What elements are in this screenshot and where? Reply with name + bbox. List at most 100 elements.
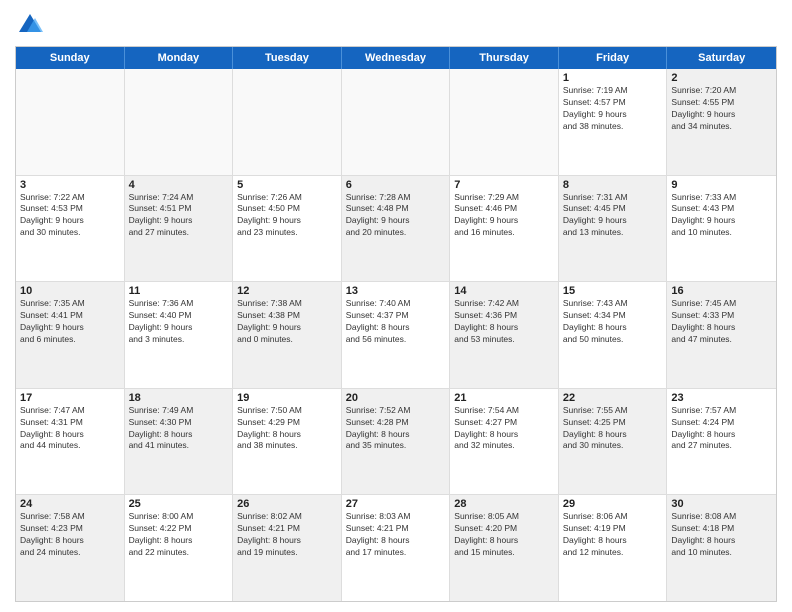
day-info: Sunrise: 8:02 AM Sunset: 4:21 PM Dayligh… xyxy=(237,511,337,559)
weekday-header-saturday: Saturday xyxy=(667,47,776,69)
day-info: Sunrise: 8:08 AM Sunset: 4:18 PM Dayligh… xyxy=(671,511,772,559)
calendar-body: 1Sunrise: 7:19 AM Sunset: 4:57 PM Daylig… xyxy=(16,69,776,601)
calendar-cell xyxy=(16,69,125,175)
day-number: 16 xyxy=(671,285,772,297)
day-number: 25 xyxy=(129,498,229,510)
calendar-cell xyxy=(342,69,451,175)
calendar-cell: 5Sunrise: 7:26 AM Sunset: 4:50 PM Daylig… xyxy=(233,176,342,282)
weekday-header-tuesday: Tuesday xyxy=(233,47,342,69)
day-number: 12 xyxy=(237,285,337,297)
day-number: 22 xyxy=(563,392,663,404)
calendar-cell: 17Sunrise: 7:47 AM Sunset: 4:31 PM Dayli… xyxy=(16,389,125,495)
day-number: 1 xyxy=(563,72,663,84)
day-info: Sunrise: 8:00 AM Sunset: 4:22 PM Dayligh… xyxy=(129,511,229,559)
day-number: 27 xyxy=(346,498,446,510)
calendar-cell: 16Sunrise: 7:45 AM Sunset: 4:33 PM Dayli… xyxy=(667,282,776,388)
calendar-cell: 3Sunrise: 7:22 AM Sunset: 4:53 PM Daylig… xyxy=(16,176,125,282)
calendar-cell: 22Sunrise: 7:55 AM Sunset: 4:25 PM Dayli… xyxy=(559,389,668,495)
logo xyxy=(15,10,49,40)
calendar: SundayMondayTuesdayWednesdayThursdayFrid… xyxy=(15,46,777,602)
day-number: 7 xyxy=(454,179,554,191)
calendar-cell: 2Sunrise: 7:20 AM Sunset: 4:55 PM Daylig… xyxy=(667,69,776,175)
day-number: 11 xyxy=(129,285,229,297)
day-number: 26 xyxy=(237,498,337,510)
calendar-cell: 29Sunrise: 8:06 AM Sunset: 4:19 PM Dayli… xyxy=(559,495,668,601)
calendar-cell: 7Sunrise: 7:29 AM Sunset: 4:46 PM Daylig… xyxy=(450,176,559,282)
weekday-header-wednesday: Wednesday xyxy=(342,47,451,69)
day-number: 5 xyxy=(237,179,337,191)
calendar-cell: 12Sunrise: 7:38 AM Sunset: 4:38 PM Dayli… xyxy=(233,282,342,388)
day-info: Sunrise: 7:24 AM Sunset: 4:51 PM Dayligh… xyxy=(129,192,229,240)
day-info: Sunrise: 7:57 AM Sunset: 4:24 PM Dayligh… xyxy=(671,405,772,453)
day-number: 20 xyxy=(346,392,446,404)
day-info: Sunrise: 7:20 AM Sunset: 4:55 PM Dayligh… xyxy=(671,85,772,133)
calendar-cell: 10Sunrise: 7:35 AM Sunset: 4:41 PM Dayli… xyxy=(16,282,125,388)
day-info: Sunrise: 7:35 AM Sunset: 4:41 PM Dayligh… xyxy=(20,298,120,346)
calendar-cell: 27Sunrise: 8:03 AM Sunset: 4:21 PM Dayli… xyxy=(342,495,451,601)
calendar-cell: 19Sunrise: 7:50 AM Sunset: 4:29 PM Dayli… xyxy=(233,389,342,495)
day-info: Sunrise: 7:54 AM Sunset: 4:27 PM Dayligh… xyxy=(454,405,554,453)
day-number: 10 xyxy=(20,285,120,297)
day-number: 4 xyxy=(129,179,229,191)
day-number: 24 xyxy=(20,498,120,510)
weekday-header-sunday: Sunday xyxy=(16,47,125,69)
calendar-cell: 14Sunrise: 7:42 AM Sunset: 4:36 PM Dayli… xyxy=(450,282,559,388)
calendar-cell: 18Sunrise: 7:49 AM Sunset: 4:30 PM Dayli… xyxy=(125,389,234,495)
day-info: Sunrise: 7:36 AM Sunset: 4:40 PM Dayligh… xyxy=(129,298,229,346)
calendar-row-0: 1Sunrise: 7:19 AM Sunset: 4:57 PM Daylig… xyxy=(16,69,776,176)
day-number: 8 xyxy=(563,179,663,191)
calendar-cell: 26Sunrise: 8:02 AM Sunset: 4:21 PM Dayli… xyxy=(233,495,342,601)
day-info: Sunrise: 7:40 AM Sunset: 4:37 PM Dayligh… xyxy=(346,298,446,346)
weekday-header-thursday: Thursday xyxy=(450,47,559,69)
weekday-header-monday: Monday xyxy=(125,47,234,69)
calendar-cell: 15Sunrise: 7:43 AM Sunset: 4:34 PM Dayli… xyxy=(559,282,668,388)
calendar-cell: 23Sunrise: 7:57 AM Sunset: 4:24 PM Dayli… xyxy=(667,389,776,495)
day-info: Sunrise: 8:03 AM Sunset: 4:21 PM Dayligh… xyxy=(346,511,446,559)
day-number: 3 xyxy=(20,179,120,191)
day-number: 23 xyxy=(671,392,772,404)
day-info: Sunrise: 7:38 AM Sunset: 4:38 PM Dayligh… xyxy=(237,298,337,346)
calendar-row-3: 17Sunrise: 7:47 AM Sunset: 4:31 PM Dayli… xyxy=(16,389,776,496)
day-info: Sunrise: 7:22 AM Sunset: 4:53 PM Dayligh… xyxy=(20,192,120,240)
day-info: Sunrise: 7:42 AM Sunset: 4:36 PM Dayligh… xyxy=(454,298,554,346)
day-info: Sunrise: 8:05 AM Sunset: 4:20 PM Dayligh… xyxy=(454,511,554,559)
day-info: Sunrise: 7:58 AM Sunset: 4:23 PM Dayligh… xyxy=(20,511,120,559)
calendar-cell: 11Sunrise: 7:36 AM Sunset: 4:40 PM Dayli… xyxy=(125,282,234,388)
day-number: 6 xyxy=(346,179,446,191)
day-number: 21 xyxy=(454,392,554,404)
day-info: Sunrise: 7:28 AM Sunset: 4:48 PM Dayligh… xyxy=(346,192,446,240)
calendar-cell: 20Sunrise: 7:52 AM Sunset: 4:28 PM Dayli… xyxy=(342,389,451,495)
day-info: Sunrise: 7:31 AM Sunset: 4:45 PM Dayligh… xyxy=(563,192,663,240)
weekday-header-friday: Friday xyxy=(559,47,668,69)
calendar-row-1: 3Sunrise: 7:22 AM Sunset: 4:53 PM Daylig… xyxy=(16,176,776,283)
calendar-cell: 9Sunrise: 7:33 AM Sunset: 4:43 PM Daylig… xyxy=(667,176,776,282)
calendar-cell xyxy=(450,69,559,175)
calendar-cell: 8Sunrise: 7:31 AM Sunset: 4:45 PM Daylig… xyxy=(559,176,668,282)
calendar-cell: 6Sunrise: 7:28 AM Sunset: 4:48 PM Daylig… xyxy=(342,176,451,282)
day-number: 17 xyxy=(20,392,120,404)
day-number: 15 xyxy=(563,285,663,297)
calendar-row-2: 10Sunrise: 7:35 AM Sunset: 4:41 PM Dayli… xyxy=(16,282,776,389)
calendar-cell xyxy=(125,69,234,175)
calendar-cell: 30Sunrise: 8:08 AM Sunset: 4:18 PM Dayli… xyxy=(667,495,776,601)
calendar-cell: 21Sunrise: 7:54 AM Sunset: 4:27 PM Dayli… xyxy=(450,389,559,495)
calendar-header: SundayMondayTuesdayWednesdayThursdayFrid… xyxy=(16,47,776,69)
day-info: Sunrise: 7:52 AM Sunset: 4:28 PM Dayligh… xyxy=(346,405,446,453)
day-info: Sunrise: 8:06 AM Sunset: 4:19 PM Dayligh… xyxy=(563,511,663,559)
day-info: Sunrise: 7:33 AM Sunset: 4:43 PM Dayligh… xyxy=(671,192,772,240)
day-info: Sunrise: 7:49 AM Sunset: 4:30 PM Dayligh… xyxy=(129,405,229,453)
calendar-row-4: 24Sunrise: 7:58 AM Sunset: 4:23 PM Dayli… xyxy=(16,495,776,601)
day-number: 9 xyxy=(671,179,772,191)
calendar-cell: 28Sunrise: 8:05 AM Sunset: 4:20 PM Dayli… xyxy=(450,495,559,601)
day-info: Sunrise: 7:50 AM Sunset: 4:29 PM Dayligh… xyxy=(237,405,337,453)
calendar-cell: 25Sunrise: 8:00 AM Sunset: 4:22 PM Dayli… xyxy=(125,495,234,601)
calendar-cell: 24Sunrise: 7:58 AM Sunset: 4:23 PM Dayli… xyxy=(16,495,125,601)
calendar-cell: 13Sunrise: 7:40 AM Sunset: 4:37 PM Dayli… xyxy=(342,282,451,388)
day-number: 18 xyxy=(129,392,229,404)
calendar-cell: 4Sunrise: 7:24 AM Sunset: 4:51 PM Daylig… xyxy=(125,176,234,282)
calendar-cell: 1Sunrise: 7:19 AM Sunset: 4:57 PM Daylig… xyxy=(559,69,668,175)
day-number: 29 xyxy=(563,498,663,510)
day-number: 28 xyxy=(454,498,554,510)
calendar-cell xyxy=(233,69,342,175)
day-info: Sunrise: 7:55 AM Sunset: 4:25 PM Dayligh… xyxy=(563,405,663,453)
